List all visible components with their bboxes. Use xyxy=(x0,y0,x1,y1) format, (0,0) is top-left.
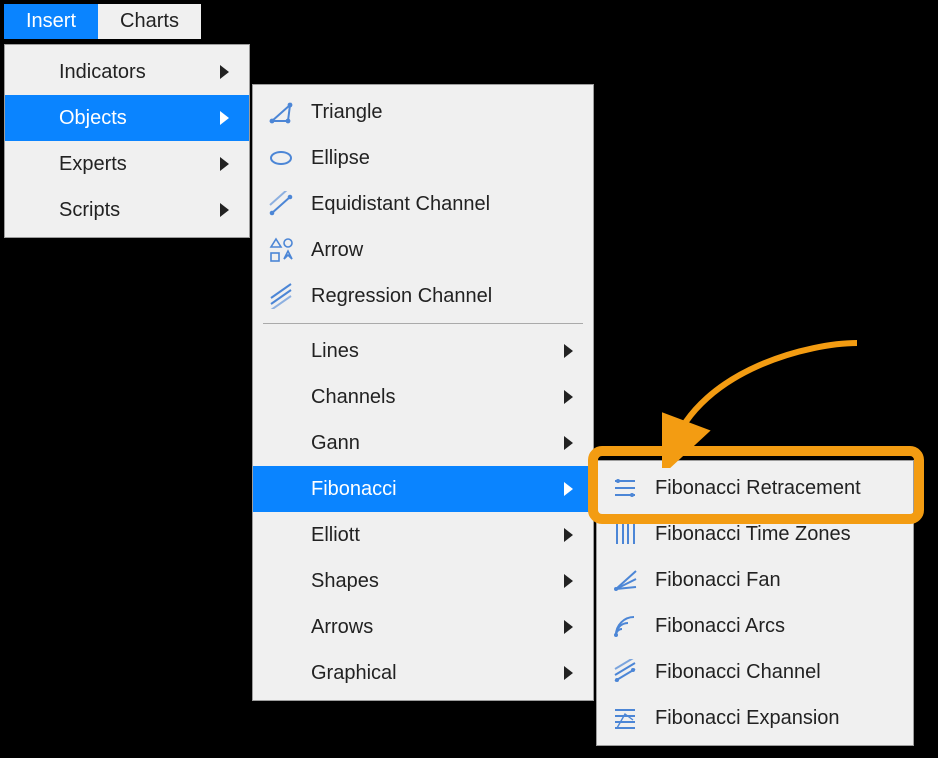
menu-item-fib-fan[interactable]: Fibonacci Fan xyxy=(597,557,913,603)
menu-item-label: Fibonacci xyxy=(311,478,397,501)
menu-item-label: Channels xyxy=(311,386,396,409)
objects-menu: Triangle Ellipse Equidistant Channel Arr… xyxy=(252,84,594,701)
ellipse-icon xyxy=(267,144,295,172)
menu-item-shapes[interactable]: Shapes xyxy=(253,558,593,604)
menu-item-label: Scripts xyxy=(59,199,120,222)
menu-item-arrows[interactable]: Arrows xyxy=(253,604,593,650)
menu-item-label: Lines xyxy=(311,340,359,363)
menu-item-fib-retracement[interactable]: Fibonacci Retracement xyxy=(597,465,913,511)
menu-item-fib-timezones[interactable]: Fibonacci Time Zones xyxy=(597,511,913,557)
menu-item-label: Fibonacci Arcs xyxy=(655,615,785,638)
menu-item-label: Arrows xyxy=(311,616,373,639)
menu-item-label: Indicators xyxy=(59,61,146,84)
menubar-item-label: Charts xyxy=(120,10,179,32)
menu-item-channels[interactable]: Channels xyxy=(253,374,593,420)
menu-item-equidistant-channel[interactable]: Equidistant Channel xyxy=(253,181,593,227)
menubar-item-label: Insert xyxy=(26,10,76,32)
menu-item-regression-channel[interactable]: Regression Channel xyxy=(253,273,593,319)
annotation-arrow xyxy=(662,338,862,468)
menu-item-fib-expansion[interactable]: Fibonacci Expansion xyxy=(597,695,913,741)
menu-item-label: Elliott xyxy=(311,524,360,547)
menu-item-label: Arrow xyxy=(311,239,363,262)
menu-item-label: Experts xyxy=(59,153,127,176)
fib-timezones-icon xyxy=(611,520,639,548)
menu-item-label: Fibonacci Expansion xyxy=(655,707,840,730)
triangle-icon xyxy=(267,98,295,126)
menu-item-label: Ellipse xyxy=(311,147,370,170)
menu-item-label: Equidistant Channel xyxy=(311,193,490,216)
menu-item-lines[interactable]: Lines xyxy=(253,328,593,374)
menu-item-label: Fibonacci Time Zones xyxy=(655,523,851,546)
menu-item-label: Graphical xyxy=(311,662,397,685)
menu-item-objects[interactable]: Objects xyxy=(5,95,249,141)
menu-item-elliott[interactable]: Elliott xyxy=(253,512,593,558)
menu-item-label: Objects xyxy=(59,107,127,130)
menu-item-arrow[interactable]: Arrow xyxy=(253,227,593,273)
menu-item-label: Triangle xyxy=(311,101,383,124)
menu-item-ellipse[interactable]: Ellipse xyxy=(253,135,593,181)
menu-item-label: Fibonacci Channel xyxy=(655,661,821,684)
menubar: Insert Charts xyxy=(4,4,201,39)
menu-item-experts[interactable]: Experts xyxy=(5,141,249,187)
menu-separator xyxy=(263,323,583,324)
menu-item-label: Shapes xyxy=(311,570,379,593)
regression-icon xyxy=(267,282,295,310)
menu-item-fib-arcs[interactable]: Fibonacci Arcs xyxy=(597,603,913,649)
menu-item-graphical[interactable]: Graphical xyxy=(253,650,593,696)
menubar-item-insert[interactable]: Insert xyxy=(4,4,98,39)
menu-item-fib-channel[interactable]: Fibonacci Channel xyxy=(597,649,913,695)
fib-expansion-icon xyxy=(611,704,639,732)
menu-item-gann[interactable]: Gann xyxy=(253,420,593,466)
menu-item-label: Fibonacci Retracement xyxy=(655,477,861,500)
menu-item-label: Regression Channel xyxy=(311,285,492,308)
menu-item-label: Gann xyxy=(311,432,360,455)
menu-item-indicators[interactable]: Indicators xyxy=(5,49,249,95)
fib-fan-icon xyxy=(611,566,639,594)
menu-item-label: Fibonacci Fan xyxy=(655,569,781,592)
fibonacci-menu: Fibonacci Retracement Fibonacci Time Zon… xyxy=(596,460,914,746)
fib-channel-icon xyxy=(611,658,639,686)
insert-menu: Indicators Objects Experts Scripts xyxy=(4,44,250,238)
arrow-shapes-icon xyxy=(267,236,295,264)
fib-arcs-icon xyxy=(611,612,639,640)
menu-item-fibonacci[interactable]: Fibonacci xyxy=(253,466,593,512)
channel-icon xyxy=(267,190,295,218)
menu-item-triangle[interactable]: Triangle xyxy=(253,89,593,135)
fib-retracement-icon xyxy=(611,474,639,502)
menubar-item-charts[interactable]: Charts xyxy=(98,4,201,39)
menu-item-scripts[interactable]: Scripts xyxy=(5,187,249,233)
